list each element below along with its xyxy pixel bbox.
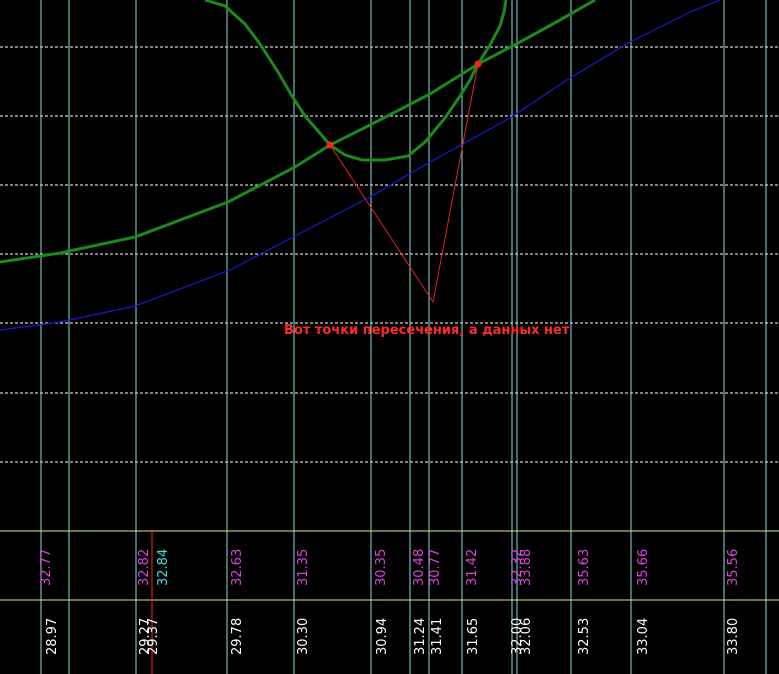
top-value-label: 31.35 (296, 549, 311, 586)
intersection-marker[interactable] (474, 60, 482, 68)
top-value-label: 35.56 (726, 549, 741, 586)
bottom-value-label: 33.04 (636, 618, 651, 655)
top-value-label: 35.63 (577, 549, 592, 586)
top-value-label: 31.42 (465, 549, 480, 586)
bottom-value-label: 30.94 (375, 618, 390, 655)
bottom-value-label: 28.97 (45, 618, 60, 655)
top-value-label: 30.77 (428, 549, 443, 586)
top-value-label: 30.48 (412, 549, 427, 586)
bottom-value-label: 32.53 (577, 618, 592, 655)
bottom-value-label: 30.30 (296, 618, 311, 655)
bottom-value-label: 33.80 (726, 618, 741, 655)
bottom-value-label: 31.24 (413, 618, 428, 655)
bottom-value-label: 29.78 (230, 618, 245, 655)
top-value-label: 33.88 (519, 549, 534, 586)
bottom-value-label: 31.41 (430, 618, 445, 655)
top-value-label: 32.82 (137, 549, 152, 586)
bottom-value-label: 29.37 (146, 618, 161, 655)
annotation-text: Вот точки пересечения, а данных нет (284, 323, 570, 338)
bottom-value-label: 31.65 (466, 618, 481, 655)
intersection-marker[interactable] (326, 141, 334, 149)
profile-drawing-canvas[interactable]: Вот точки пересечения, а данных нет 32.7… (0, 0, 779, 674)
top-value-label: 32.84 (156, 549, 171, 586)
top-value-label: 32.63 (230, 549, 245, 586)
top-value-label: 30.35 (374, 549, 389, 586)
top-value-label: 35.66 (636, 549, 651, 586)
top-value-label: 32.77 (39, 549, 54, 586)
bottom-value-label: 32.06 (519, 618, 534, 655)
